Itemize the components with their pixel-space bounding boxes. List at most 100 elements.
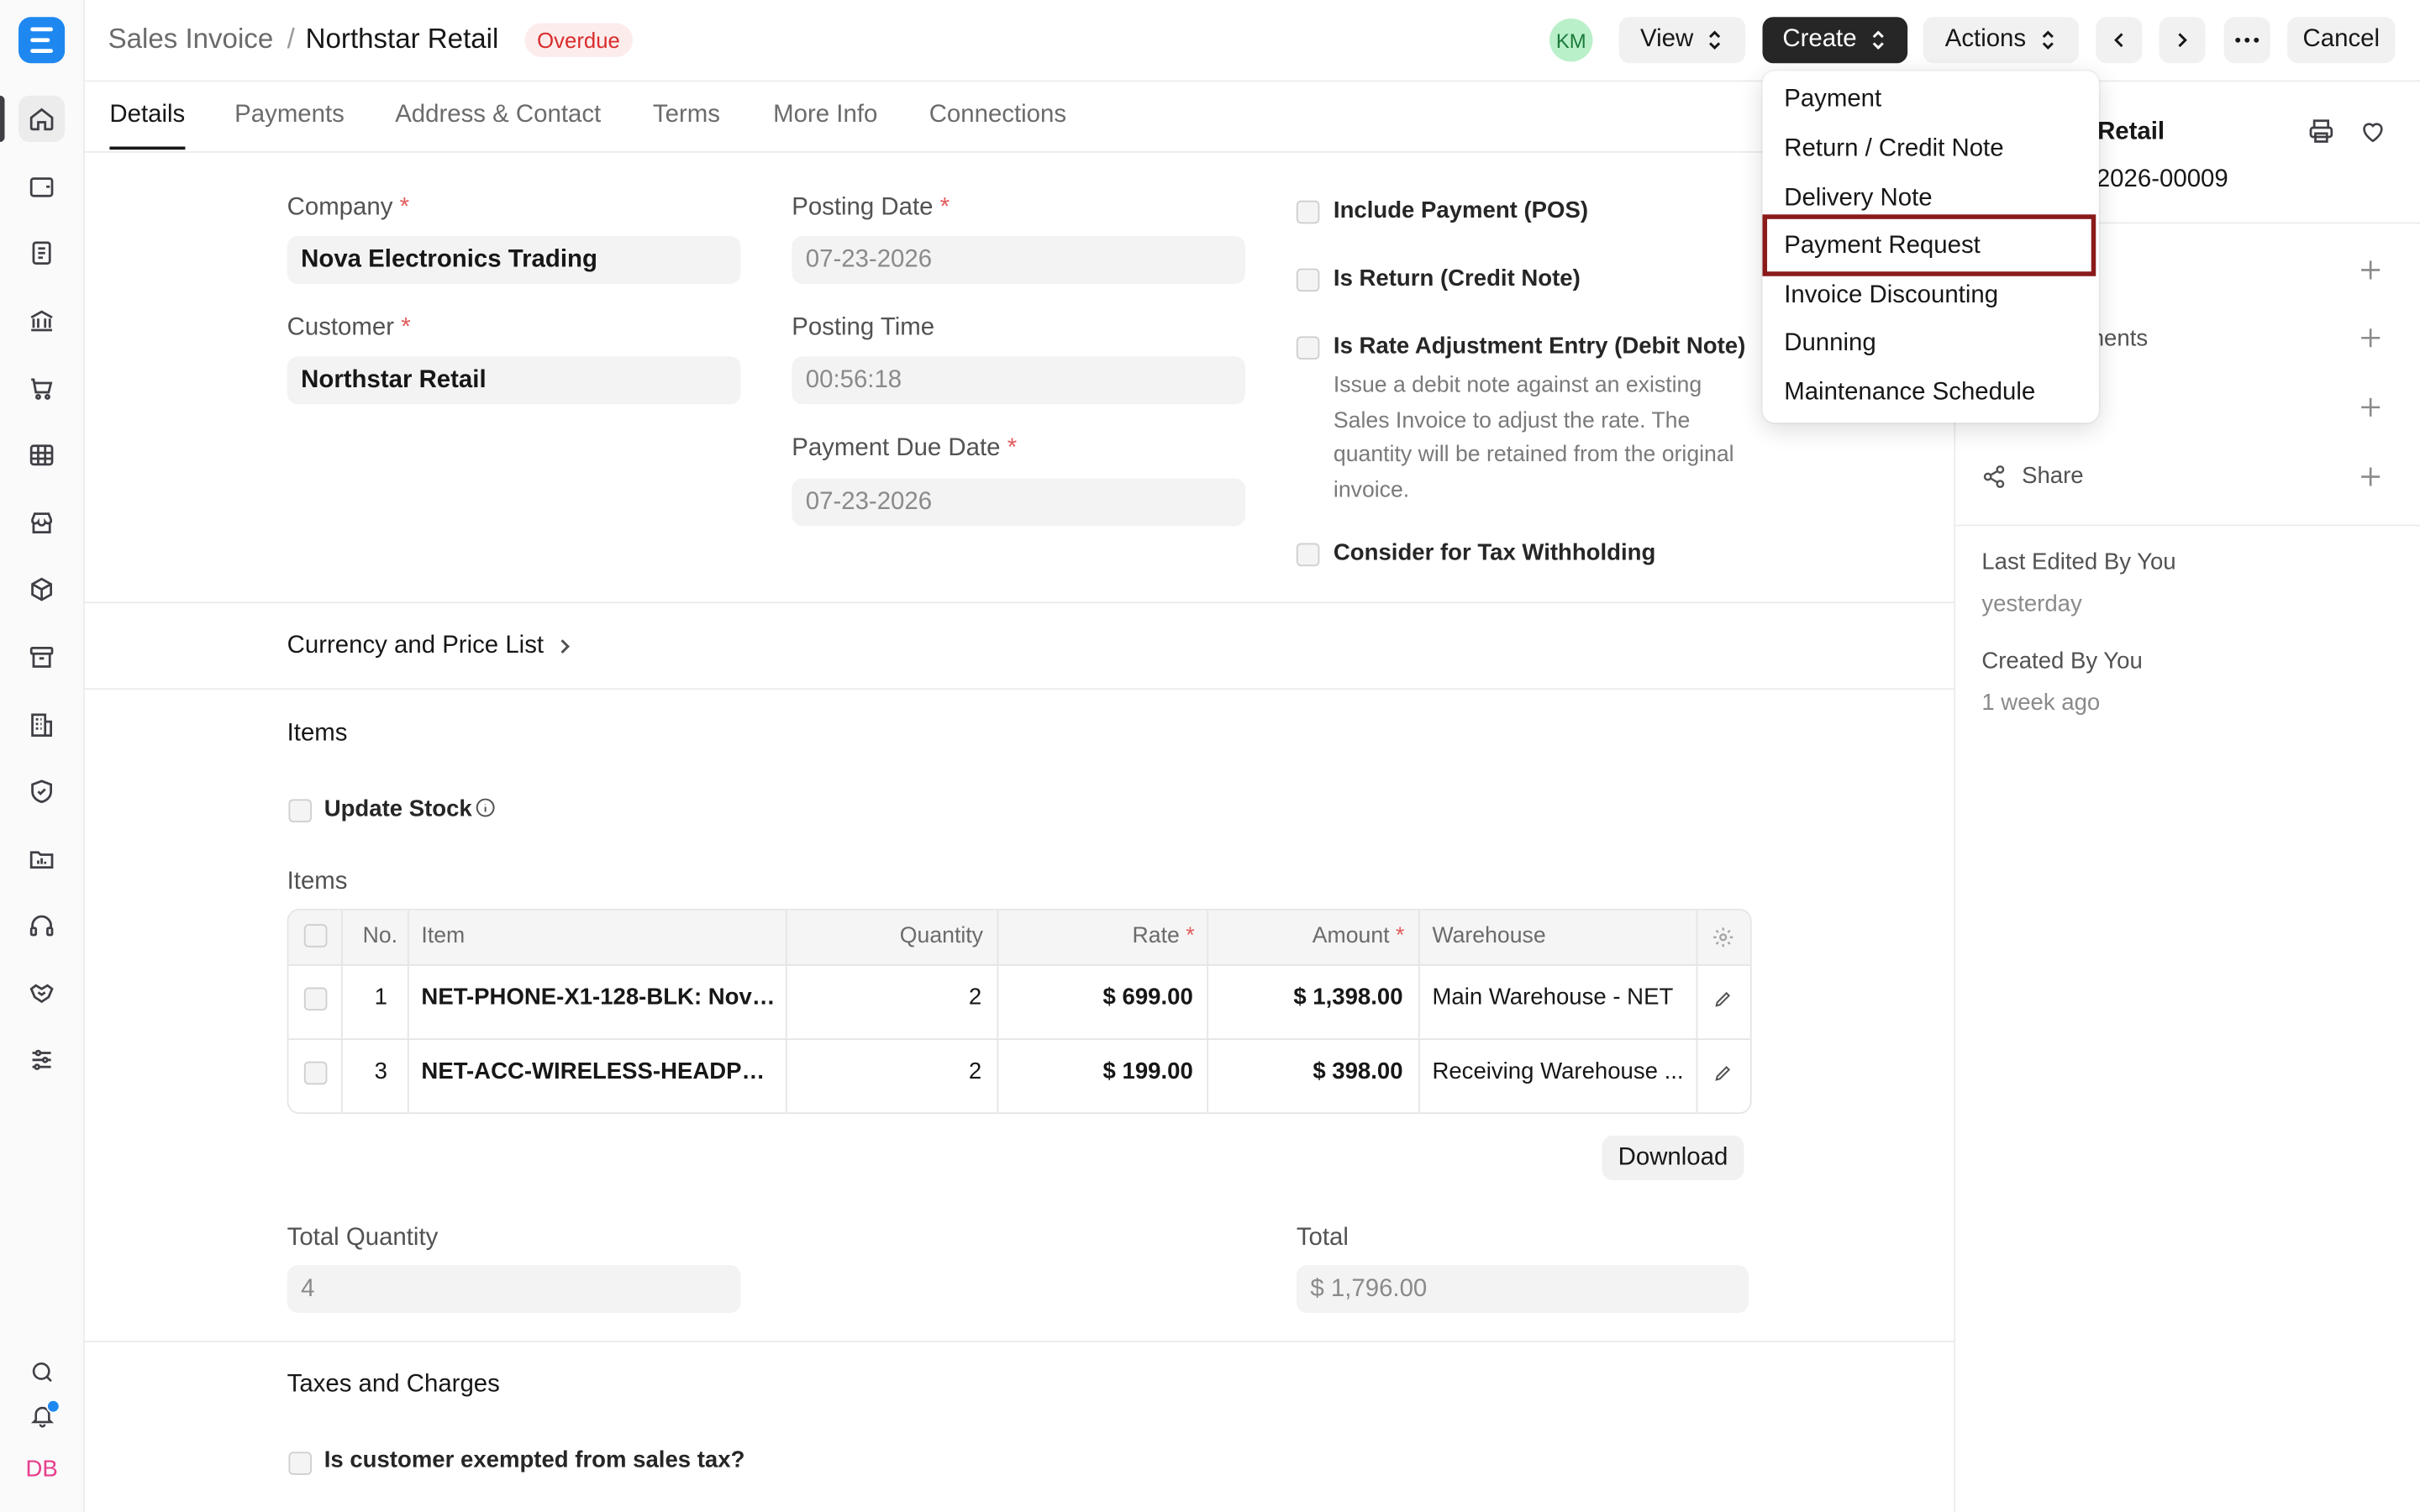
archive-icon[interactable] xyxy=(18,634,65,680)
menu-item-invoice-discounting[interactable]: Invoice Discounting xyxy=(1784,282,1998,310)
shield-icon[interactable] xyxy=(18,769,65,815)
column-header-warehouse: Warehouse xyxy=(1432,924,1546,949)
menu-item-dunning[interactable]: Dunning xyxy=(1784,330,1876,358)
rate-adjustment-description: Issue a debit note against an existing S… xyxy=(1333,373,1734,503)
actions-button[interactable]: Actions xyxy=(1923,17,2080,64)
building-icon[interactable] xyxy=(18,702,65,748)
folder-chart-icon[interactable] xyxy=(18,836,65,882)
menu-item-return-credit-note[interactable]: Return / Credit Note xyxy=(1784,136,2003,164)
row-rate[interactable]: $ 699.00 xyxy=(1007,984,1193,1011)
tax-withholding-checkbox[interactable] xyxy=(1296,543,1320,567)
plus-icon[interactable] xyxy=(2360,466,2381,488)
row-checkbox[interactable] xyxy=(303,987,328,1011)
row-quantity[interactable]: 2 xyxy=(798,984,981,1011)
wallet-icon[interactable] xyxy=(18,164,65,210)
cancel-button-label: Cancel xyxy=(2302,26,2381,53)
column-header-no: No. xyxy=(362,924,398,949)
last-edited-label: Last Edited By You xyxy=(1981,549,2176,576)
app-logo[interactable] xyxy=(18,17,66,64)
next-button[interactable] xyxy=(2159,17,2206,64)
total-field: $ 1,796.00 xyxy=(1296,1265,1749,1314)
items-table-label: Items xyxy=(287,869,348,895)
is-return-label: Is Return (Credit Note) xyxy=(1333,265,1581,292)
section-divider xyxy=(83,688,1954,690)
tab-connections[interactable]: Connections xyxy=(929,102,1066,129)
tax-exempt-checkbox[interactable] xyxy=(288,1452,313,1475)
download-button[interactable]: Download xyxy=(1602,1135,1744,1181)
row-item[interactable]: NET-PHONE-X1-128-BLK: Nova... xyxy=(421,984,776,1011)
menu-item-payment[interactable]: Payment xyxy=(1784,87,1881,114)
row-rate[interactable]: $ 199.00 xyxy=(1007,1058,1193,1084)
last-edited-value: yesterday xyxy=(1981,591,2082,617)
chevron-updown-icon xyxy=(1872,30,1884,50)
user-avatar-km[interactable]: KM xyxy=(1549,18,1593,62)
column-divider xyxy=(785,910,787,1113)
tab-address-contact[interactable]: Address & Contact xyxy=(395,102,601,129)
posting-date-label: Posting Date * xyxy=(792,194,950,221)
actions-button-label: Actions xyxy=(1944,26,2027,53)
heart-icon[interactable] xyxy=(2360,118,2386,143)
company-field[interactable]: Nova Electronics Trading xyxy=(287,236,741,284)
user-avatar[interactable]: DB xyxy=(18,1447,65,1490)
section-divider xyxy=(83,601,1954,604)
tab-payments[interactable]: Payments xyxy=(234,102,345,129)
tab-more-info[interactable]: More Info xyxy=(773,102,877,129)
posting-time-field[interactable]: 00:56:18 xyxy=(792,356,1246,405)
edit-pencil-icon[interactable] xyxy=(1713,989,1733,1009)
plus-icon[interactable] xyxy=(2360,327,2381,349)
bank-icon[interactable] xyxy=(18,297,65,344)
panel-document-id: -2026-00009 xyxy=(2088,166,2228,193)
row-amount: $ 1,398.00 xyxy=(1293,984,1403,1011)
package-icon[interactable] xyxy=(18,566,65,612)
view-button[interactable]: View xyxy=(1618,17,1746,64)
table-icon[interactable] xyxy=(18,432,65,478)
store-icon[interactable] xyxy=(18,500,65,546)
tab-terms[interactable]: Terms xyxy=(653,102,720,129)
print-icon[interactable] xyxy=(2307,118,2335,145)
search-icon[interactable] xyxy=(18,1348,65,1394)
customer-label: Customer * xyxy=(287,314,411,341)
sliders-icon[interactable] xyxy=(18,1037,65,1083)
create-button[interactable]: Create xyxy=(1762,17,1908,64)
row-divider xyxy=(288,1038,1750,1040)
update-stock-checkbox[interactable] xyxy=(288,799,313,822)
currency-section-toggle[interactable]: Currency and Price List xyxy=(287,633,571,660)
select-all-checkbox[interactable] xyxy=(303,924,328,948)
settings-gear-icon[interactable] xyxy=(1712,926,1735,949)
menu-item-delivery-note[interactable]: Delivery Note xyxy=(1784,185,1932,213)
rate-adjustment-checkbox[interactable] xyxy=(1296,336,1320,360)
row-item[interactable]: NET-ACC-WIRELESS-HEADPH... xyxy=(421,1058,776,1084)
info-icon[interactable] xyxy=(476,798,496,818)
due-date-field[interactable]: 07-23-2026 xyxy=(792,478,1246,527)
cart-icon[interactable] xyxy=(18,365,65,412)
row-warehouse[interactable]: Main Warehouse - NET xyxy=(1432,984,1686,1011)
cancel-button[interactable]: Cancel xyxy=(2286,17,2396,64)
is-return-checkbox[interactable] xyxy=(1296,268,1320,292)
attachments-label: nents xyxy=(2091,325,2149,352)
handshake-icon[interactable] xyxy=(18,970,65,1016)
chevron-updown-icon xyxy=(2042,30,2054,50)
plus-icon[interactable] xyxy=(2360,396,2381,418)
tab-details[interactable]: Details xyxy=(109,102,185,129)
previous-button[interactable] xyxy=(2096,17,2143,64)
plus-icon[interactable] xyxy=(2360,260,2381,281)
breadcrumb-parent[interactable]: Sales Invoice xyxy=(108,24,274,56)
row-warehouse[interactable]: Receiving Warehouse ... xyxy=(1432,1058,1686,1084)
total-quantity-field: 4 xyxy=(287,1265,741,1314)
page-title: Northstar Retail xyxy=(305,23,499,55)
headset-icon[interactable] xyxy=(18,902,65,948)
home-icon[interactable] xyxy=(18,95,66,142)
row-checkbox[interactable] xyxy=(303,1061,328,1085)
share-label[interactable]: Share xyxy=(2022,463,2084,489)
bell-icon[interactable] xyxy=(18,1392,65,1438)
menu-item-maintenance-schedule[interactable]: Maintenance Schedule xyxy=(1784,380,2035,407)
document-icon[interactable] xyxy=(18,230,65,276)
customer-field[interactable]: Northstar Retail xyxy=(287,356,741,405)
row-quantity[interactable]: 2 xyxy=(798,1058,981,1084)
include-payment-checkbox[interactable] xyxy=(1296,200,1320,224)
posting-date-field[interactable]: 07-23-2026 xyxy=(792,236,1246,284)
column-divider xyxy=(407,910,409,1113)
edit-pencil-icon[interactable] xyxy=(1713,1063,1733,1083)
chevron-updown-icon xyxy=(1709,30,1721,50)
more-options-button[interactable] xyxy=(2223,17,2270,64)
